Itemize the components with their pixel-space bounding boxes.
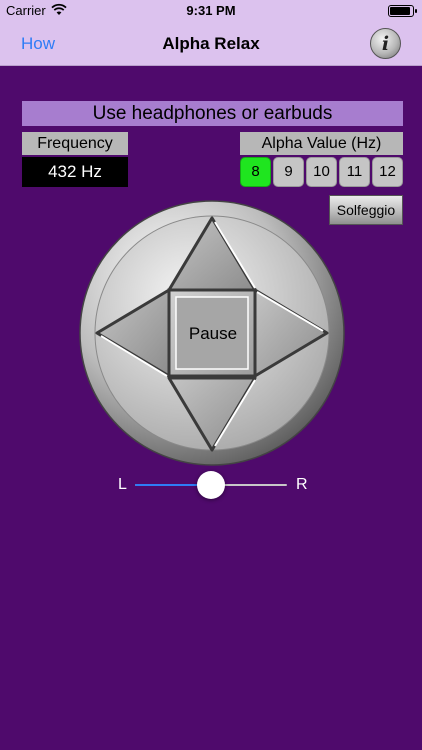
frequency-value: 432 Hz [22,157,128,187]
status-time: 9:31 PM [186,3,236,18]
control-pad: Pause [79,200,345,466]
alpha-option-9[interactable]: 9 [273,157,304,187]
battery-icon [388,5,417,17]
alpha-option-8[interactable]: 8 [240,157,271,187]
alpha-value-selector: 8 9 10 11 12 [240,157,403,187]
pause-button[interactable]: Pause [171,292,255,376]
balance-right-label: R [296,476,308,493]
balance-left-label: L [118,476,127,493]
frequency-label: Frequency [22,132,128,155]
alpha-value-label: Alpha Value (Hz) [240,132,403,155]
status-bar: Carrier 9:31 PM [0,0,422,22]
headphones-banner: Use headphones or earbuds [22,101,403,126]
balance-slider-thumb[interactable] [197,471,225,499]
navigation-bar: How Alpha Relax i [0,22,422,66]
page-title: Alpha Relax [162,34,260,53]
alpha-option-11[interactable]: 11 [339,157,370,187]
alpha-option-12[interactable]: 12 [372,157,403,187]
alpha-option-10[interactable]: 10 [306,157,337,187]
info-icon[interactable]: i [370,28,401,59]
